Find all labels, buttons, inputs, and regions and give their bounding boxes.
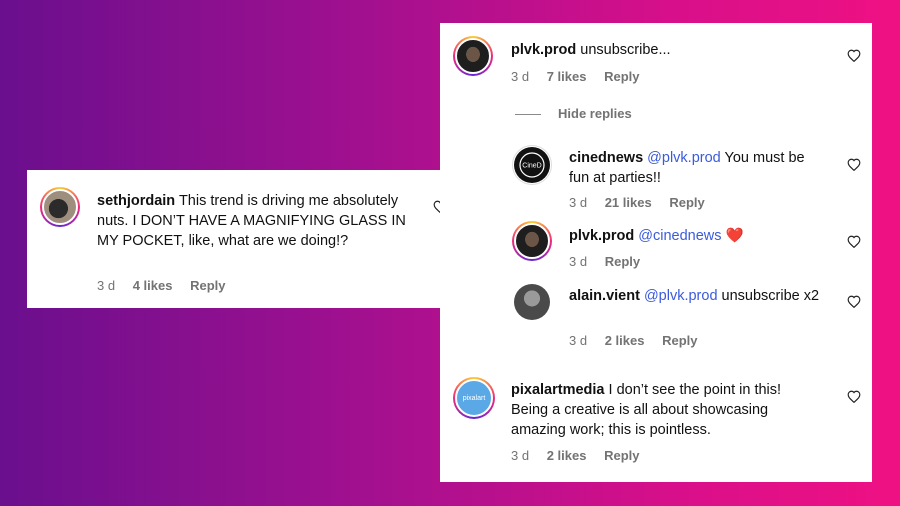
comment-body: sethjordain This trend is driving me abs…: [97, 191, 417, 251]
reply-mention[interactable]: @cinednews: [638, 228, 721, 244]
reply-body: plvk.prod @cinednews ❤️: [569, 226, 824, 246]
reply-meta: 3 d Reply: [569, 254, 654, 269]
comment-sethjordain: sethjordain This trend is driving me abs…: [27, 170, 457, 308]
comment-likes[interactable]: 4 likes: [133, 278, 173, 293]
comment-time: 3 d: [97, 278, 116, 293]
comment-meta: 3 d 2 likes Reply: [511, 448, 654, 463]
heart-outline-icon[interactable]: [847, 235, 861, 248]
avatar-sethjordain[interactable]: [40, 187, 80, 227]
pixalart-logo-icon: pixalart: [462, 394, 486, 402]
reply-body: alain.vient @plvk.prod unsubscribe x2: [569, 286, 824, 306]
heart-emoji-text: ❤️: [725, 228, 744, 244]
reply-body: cinednews @plvk.prod You must be fun at …: [569, 148, 824, 188]
reply-username[interactable]: cinednews: [569, 150, 643, 166]
avatar-pixalartmedia[interactable]: pixalart: [453, 377, 495, 419]
heart-outline-icon[interactable]: [847, 295, 861, 308]
hide-replies-divider: [515, 114, 541, 115]
reply-button[interactable]: Reply: [604, 448, 639, 463]
cined-logo-icon: CineD: [514, 147, 550, 183]
svg-text:CineD: CineD: [522, 163, 541, 170]
reply-username[interactable]: alain.vient: [569, 288, 640, 304]
reply-button[interactable]: Reply: [605, 254, 640, 269]
comment-body: pixalartmedia I don’t see the point in t…: [511, 380, 816, 440]
reply-time: 3 d: [569, 195, 588, 210]
heart-outline-icon[interactable]: [847, 49, 861, 62]
reply-meta: 3 d 21 likes Reply: [569, 195, 719, 210]
reply-username[interactable]: plvk.prod: [569, 228, 634, 244]
comment-username[interactable]: sethjordain: [97, 193, 175, 209]
reply-text: unsubscribe x2: [721, 288, 820, 304]
avatar-alain-vient[interactable]: [514, 284, 550, 320]
reply-button[interactable]: Reply: [190, 278, 225, 293]
comment-card-right: plvk.prod unsubscribe... 3 d 7 likes Rep…: [440, 23, 872, 482]
comment-username[interactable]: pixalartmedia: [511, 382, 605, 398]
avatar-plvk-prod[interactable]: [453, 36, 493, 76]
comment-time: 3 d: [511, 448, 530, 463]
comment-meta: 3 d 7 likes Reply: [511, 69, 654, 84]
reply-button[interactable]: Reply: [604, 69, 639, 84]
comment-time: 3 d: [511, 69, 530, 84]
reply-time: 3 d: [569, 333, 588, 348]
avatar-plvk-prod[interactable]: [512, 221, 552, 261]
reply-button[interactable]: Reply: [669, 195, 704, 210]
comment-likes[interactable]: 2 likes: [547, 448, 587, 463]
comment-body: plvk.prod unsubscribe...: [511, 40, 831, 60]
hide-replies-button[interactable]: Hide replies: [558, 106, 632, 121]
reply-time: 3 d: [569, 254, 588, 269]
reply-button[interactable]: Reply: [662, 333, 697, 348]
reply-likes[interactable]: 21 likes: [605, 195, 652, 210]
comment-likes[interactable]: 7 likes: [547, 69, 587, 84]
comment-meta: 3 d 4 likes Reply: [97, 278, 240, 293]
reply-likes[interactable]: 2 likes: [605, 333, 645, 348]
comment-username[interactable]: plvk.prod: [511, 42, 576, 58]
comment-text: unsubscribe...: [580, 42, 671, 58]
reply-meta: 3 d 2 likes Reply: [569, 333, 712, 348]
avatar-cinednews[interactable]: CineD: [512, 145, 552, 185]
reply-mention[interactable]: @plvk.prod: [644, 288, 718, 304]
heart-outline-icon[interactable]: [847, 158, 861, 171]
reply-mention[interactable]: @plvk.prod: [647, 150, 721, 166]
heart-outline-icon[interactable]: [847, 390, 861, 403]
comment-card-left: sethjordain This trend is driving me abs…: [27, 170, 457, 308]
